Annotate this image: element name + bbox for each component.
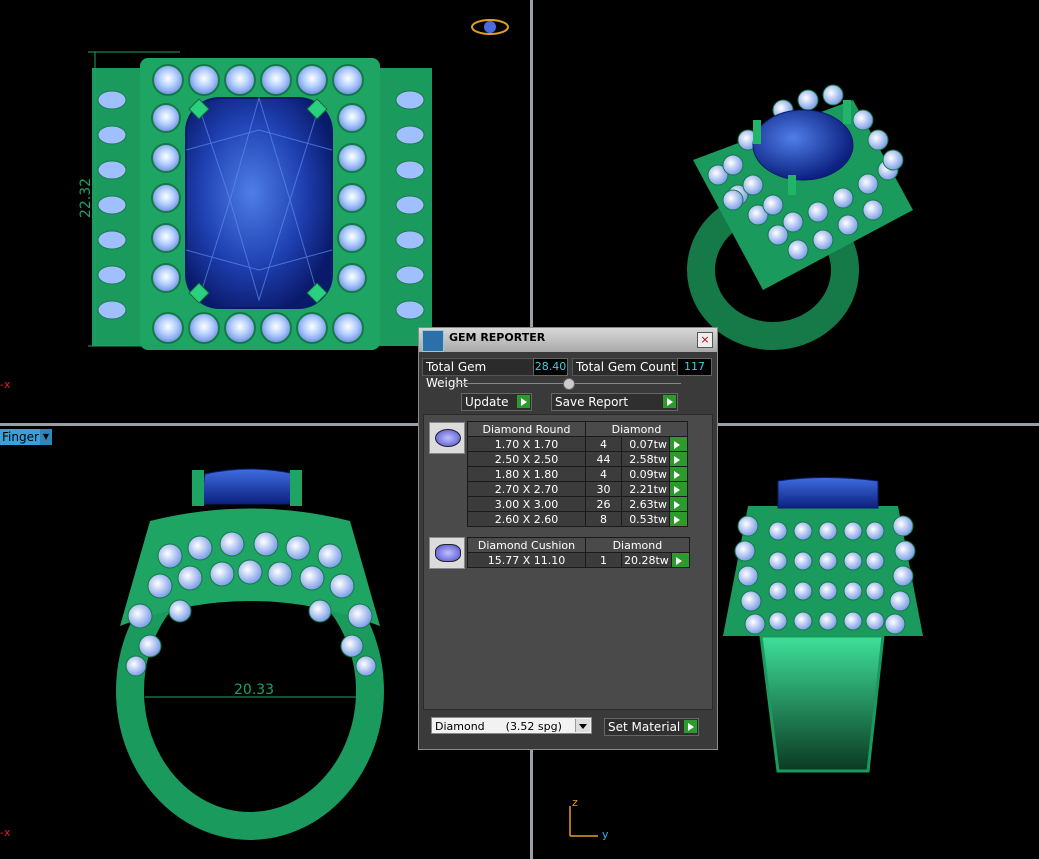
set-material-button-label: Set Material bbox=[608, 720, 681, 734]
total-count-value: 117 bbox=[677, 358, 712, 376]
axis-y-label: y bbox=[602, 828, 609, 841]
play-arrow-icon bbox=[663, 395, 676, 408]
row-action-arrow-icon[interactable] bbox=[669, 436, 688, 452]
gem-count: 26 bbox=[585, 496, 622, 512]
row-action-arrow-icon[interactable] bbox=[669, 496, 688, 512]
gem-count: 4 bbox=[585, 466, 622, 482]
row-action-arrow-icon[interactable] bbox=[669, 511, 688, 527]
total-weight-value: 28.40 bbox=[533, 358, 568, 376]
table-row[interactable]: 1.70 X 1.70 4 0.07tw bbox=[467, 436, 688, 452]
table-row[interactable]: 2.50 X 2.50 44 2.58tw bbox=[467, 451, 688, 467]
gem-count: 44 bbox=[585, 451, 622, 467]
chevron-down-icon[interactable] bbox=[575, 719, 590, 732]
table-row[interactable]: 1.80 X 1.80 4 0.09tw bbox=[467, 466, 688, 482]
row-action-arrow-icon[interactable] bbox=[669, 466, 688, 482]
gem-count: 1 bbox=[585, 552, 622, 568]
top-dimension-label: 22.32 bbox=[78, 177, 95, 219]
gem-count: 4 bbox=[585, 436, 622, 452]
chevron-down-icon[interactable]: ▼ bbox=[40, 429, 52, 445]
gem-group-table: Diamond Cushion Diamond 15.77 X 11.10 1 20… bbox=[467, 537, 690, 568]
axis-z-label: z bbox=[572, 796, 578, 809]
round-gem-icon bbox=[429, 422, 465, 454]
axes-icon bbox=[569, 806, 598, 837]
play-arrow-icon bbox=[684, 720, 697, 733]
gem-count: 30 bbox=[585, 481, 622, 497]
update-button-label: Update bbox=[465, 395, 509, 409]
table-row[interactable]: 15.77 X 11.10 1 20.28tw bbox=[467, 552, 690, 568]
save-report-button[interactable]: Save Report bbox=[551, 393, 678, 411]
gem-weight: 0.07tw bbox=[621, 436, 670, 452]
axis-x-marker: -x bbox=[0, 378, 11, 391]
axis-x-marker-bottom: -x bbox=[0, 826, 11, 839]
total-weight-label: Total Gem Weight bbox=[422, 358, 534, 390]
material-select[interactable]: Diamond (3.52 spg) bbox=[431, 717, 592, 734]
table-row[interactable]: 3.00 X 3.00 26 2.63tw bbox=[467, 496, 688, 512]
gem-weight: 0.09tw bbox=[621, 466, 670, 482]
gem-size: 2.50 X 2.50 bbox=[467, 451, 586, 467]
gem-material-header: Diamond bbox=[585, 421, 688, 437]
gem-weight: 20.28tw bbox=[621, 552, 672, 568]
total-count-label: Total Gem Count bbox=[572, 358, 681, 376]
gem-list: Diamond Round Diamond 1.70 X 1.70 4 0.07tw… bbox=[423, 414, 713, 710]
row-action-arrow-icon[interactable] bbox=[669, 481, 688, 497]
gem-shape-header: Diamond Cushion bbox=[467, 537, 586, 553]
gem-size: 2.60 X 2.60 bbox=[467, 511, 586, 527]
gem-weight: 0.53tw bbox=[621, 511, 670, 527]
table-row[interactable]: 2.60 X 2.60 8 0.53tw bbox=[467, 511, 688, 527]
gem-count: 8 bbox=[585, 511, 622, 527]
save-report-button-label: Save Report bbox=[555, 395, 629, 409]
gem-weight: 2.63tw bbox=[621, 496, 670, 512]
gem-reporter-panel: GEM REPORTER × Total Gem Weight 28.40 To… bbox=[418, 327, 718, 750]
gem-size: 1.80 X 1.80 bbox=[467, 466, 586, 482]
update-button[interactable]: Update bbox=[461, 393, 532, 411]
close-icon[interactable]: × bbox=[697, 332, 713, 348]
gem-weight: 2.58tw bbox=[621, 451, 670, 467]
material-select-value: Diamond (3.52 spg) bbox=[435, 720, 562, 733]
row-action-arrow-icon[interactable] bbox=[670, 552, 690, 568]
table-row[interactable]: 2.70 X 2.70 30 2.21tw bbox=[467, 481, 688, 497]
panel-title: GEM REPORTER bbox=[449, 331, 546, 344]
axes-gizmo: z y bbox=[560, 796, 620, 842]
set-material-button[interactable]: Set Material bbox=[604, 718, 699, 736]
front-dimension-label: 20.33 bbox=[234, 682, 275, 698]
gem-weight: 2.21tw bbox=[621, 481, 670, 497]
gem-material-header: Diamond bbox=[585, 537, 690, 553]
gem-shape-header: Diamond Round bbox=[467, 421, 586, 437]
gem-reporter-logo-icon bbox=[422, 330, 444, 352]
splitter-handle[interactable] bbox=[563, 378, 575, 390]
gem-size: 3.00 X 3.00 bbox=[467, 496, 586, 512]
finger-view-selector[interactable]: Finger bbox=[0, 429, 43, 445]
row-action-arrow-icon[interactable] bbox=[669, 451, 688, 467]
gem-group-table: Diamond Round Diamond 1.70 X 1.70 4 0.07tw… bbox=[467, 421, 688, 527]
gem-size: 1.70 X 1.70 bbox=[467, 436, 586, 452]
panel-title-bar[interactable]: GEM REPORTER × bbox=[419, 328, 717, 352]
play-arrow-icon bbox=[517, 395, 530, 408]
gem-size: 2.70 X 2.70 bbox=[467, 481, 586, 497]
cushion-gem-icon bbox=[429, 537, 465, 569]
gem-size: 15.77 X 11.10 bbox=[467, 552, 586, 568]
